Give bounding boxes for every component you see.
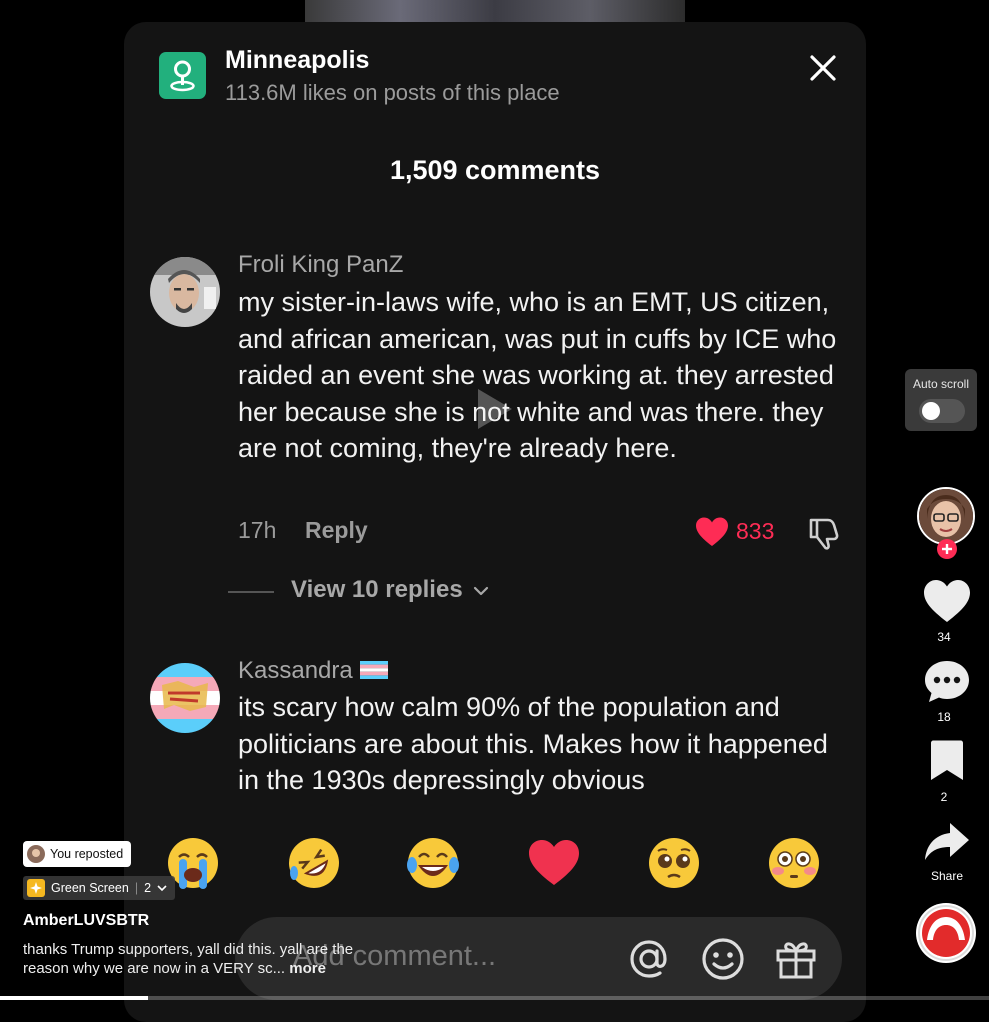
comment-like-heart-icon[interactable] — [695, 516, 729, 548]
comment-username[interactable]: Froli King PanZ — [238, 251, 403, 279]
face-with-tears-of-joy-icon[interactable] — [405, 835, 461, 891]
location-pin-icon[interactable] — [159, 52, 206, 99]
comments-count-title: 1,509 comments — [389, 155, 601, 185]
comment-timestamp: 17h — [238, 517, 277, 543]
auto-scroll-toggle[interactable] — [919, 399, 965, 423]
music-disc-icon[interactable] — [915, 902, 977, 964]
red-heart-icon[interactable] — [526, 835, 582, 891]
comment-username-text: Kassandra — [238, 657, 353, 684]
chip-separator: | — [134, 881, 139, 895]
at-mention-icon[interactable] — [625, 935, 673, 983]
close-button[interactable] — [803, 48, 843, 88]
auto-scroll-control[interactable]: Auto scroll — [905, 369, 977, 431]
commenter-avatar[interactable] — [150, 663, 220, 733]
reply-button[interactable]: Reply — [305, 517, 368, 544]
replies-divider — [228, 591, 274, 593]
video-caption[interactable]: thanks Trump supporters, yall did this. … — [23, 940, 393, 978]
caption-more-link[interactable]: more — [289, 960, 326, 977]
effect-count: 2 — [144, 881, 152, 895]
transgender-flag-emoji-icon — [360, 661, 389, 679]
comment-bubble-icon[interactable] — [922, 658, 972, 704]
reposter-avatar-icon — [27, 845, 45, 863]
effect-sparkle-icon — [27, 879, 45, 897]
you-reposted-chip[interactable]: You reposted — [23, 841, 132, 867]
flushed-face-icon[interactable] — [766, 835, 822, 891]
video-progress-bar[interactable] — [0, 996, 989, 1000]
you-reposted-label: You reposted — [50, 847, 124, 861]
comment-username[interactable]: Kassandra — [238, 657, 389, 685]
dislike-icon[interactable] — [806, 515, 842, 551]
share-arrow-icon[interactable] — [922, 820, 972, 864]
emoji-icon[interactable] — [699, 935, 747, 983]
commenter-avatar[interactable] — [150, 257, 220, 327]
share-label[interactable]: Share — [917, 869, 977, 883]
video-progress-fill — [0, 996, 149, 1000]
comment-like-count: 833 — [736, 518, 775, 544]
video-author[interactable]: AmberLUVSBTR — [23, 912, 149, 930]
video-background-strip — [305, 0, 685, 22]
comment-text: its scary how calm 90% of the population… — [238, 692, 828, 795]
pleading-face-icon[interactable] — [646, 835, 702, 891]
view-replies-label: View 10 replies — [291, 576, 463, 603]
place-name[interactable]: Minneapolis — [225, 46, 369, 75]
play-icon — [478, 389, 512, 429]
chevron-down-icon — [474, 586, 489, 596]
comment-count: 18 — [937, 710, 951, 724]
view-replies-button[interactable]: View 10 replies — [291, 576, 489, 604]
like-heart-icon[interactable] — [922, 578, 972, 624]
green-screen-effect-chip[interactable]: Green Screen | 2 — [23, 876, 176, 900]
effect-label: Green Screen — [51, 881, 129, 895]
chevron-down-icon — [157, 885, 167, 892]
gift-icon[interactable] — [772, 935, 820, 983]
bookmark-count: 2 — [940, 790, 948, 804]
rolling-on-floor-laughing-icon[interactable] — [286, 835, 342, 891]
place-likes-subtitle: 113.6M likes on posts of this place — [225, 80, 560, 105]
follow-plus-icon[interactable] — [936, 538, 958, 560]
close-icon — [810, 55, 836, 81]
bookmark-icon[interactable] — [927, 739, 967, 783]
toggle-knob — [922, 402, 940, 420]
like-count: 34 — [937, 630, 951, 644]
creator-avatar[interactable] — [917, 487, 975, 545]
auto-scroll-label: Auto scroll — [912, 377, 970, 391]
comment-text: my sister-in-laws wife, who is an EMT, U… — [238, 287, 837, 463]
